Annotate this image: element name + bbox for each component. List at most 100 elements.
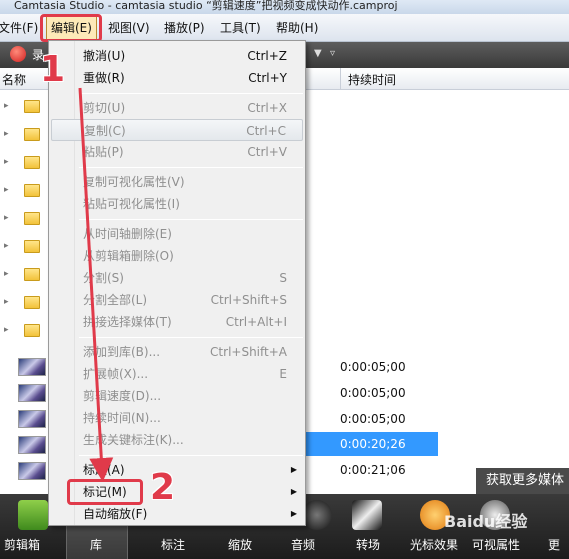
- menu-item-paste[interactable]: 粘贴(P) Ctrl+V: [49, 141, 305, 163]
- menu-tools[interactable]: 工具(T): [220, 14, 261, 42]
- tab-audio[interactable]: 音频: [291, 536, 315, 553]
- menu-item-split[interactable]: 分割(S) S: [49, 267, 305, 289]
- clip-thumbnail[interactable]: [18, 358, 46, 376]
- menu-item-copy[interactable]: 复制(C) Ctrl+C: [51, 119, 303, 141]
- menu-item-shortcut: Ctrl+Shift+A: [210, 345, 287, 359]
- menu-item-extend-frame[interactable]: 扩展帧(X)... E: [49, 363, 305, 385]
- menu-item-clip-speed[interactable]: 剪辑速度(D)...: [49, 385, 305, 407]
- menu-item-copy-visual-properties[interactable]: 复制可视化属性(V): [49, 171, 305, 193]
- folder-icon[interactable]: [24, 268, 40, 281]
- menu-item-label: 添加到库(B)...: [83, 345, 161, 359]
- menu-item-label: 撤消(U): [83, 49, 126, 63]
- menu-file[interactable]: 文件(F): [0, 14, 38, 42]
- tab-library[interactable]: 库: [90, 536, 102, 553]
- menu-item-generate-keyframe-callouts[interactable]: 生成关键标注(K)...: [49, 429, 305, 451]
- callout-box-marker: [67, 479, 143, 505]
- expand-icon[interactable]: ▸: [4, 297, 9, 307]
- menu-item-duration[interactable]: 持续时间(N)...: [49, 407, 305, 429]
- clip-duration: 0:00:05;00: [340, 412, 406, 426]
- menu-view[interactable]: 视图(V): [108, 14, 150, 42]
- clip-duration: 0:00:21;06: [340, 463, 406, 477]
- menu-item-label: 剪切(U): [83, 101, 126, 115]
- folder-icon[interactable]: [24, 324, 40, 337]
- folder-icon[interactable]: [24, 100, 40, 113]
- expand-icon[interactable]: ▸: [4, 241, 9, 251]
- clip-thumbnail[interactable]: [18, 410, 46, 428]
- menu-item-undo[interactable]: 撤消(U) Ctrl+Z: [49, 45, 305, 67]
- expand-icon[interactable]: ▸: [4, 157, 9, 167]
- menu-play[interactable]: 播放(P): [164, 14, 205, 42]
- expand-icon[interactable]: ▸: [4, 213, 9, 223]
- expand-icon[interactable]: ▸: [4, 325, 9, 335]
- get-more-media-button[interactable]: 获取更多媒体: [476, 468, 569, 494]
- menu-item-label: 重做(R): [83, 71, 125, 85]
- menu-item-stitch-media[interactable]: 拼接选择媒体(T) Ctrl+Alt+I: [49, 311, 305, 333]
- menu-separator: [79, 455, 303, 456]
- folder-icon[interactable]: [24, 128, 40, 141]
- column-separator: [340, 68, 341, 90]
- folder-icon[interactable]: [24, 296, 40, 309]
- menu-item-paste-visual-properties[interactable]: 粘贴可视化属性(I): [49, 193, 305, 215]
- column-duration-header[interactable]: 持续时间: [348, 71, 396, 88]
- options-arrow-icon[interactable]: ▿: [330, 48, 335, 59]
- menu-item-redo[interactable]: 重做(R) Ctrl+Y: [49, 67, 305, 89]
- menu-item-autozoom[interactable]: 自动缩放(F) ▶: [49, 503, 305, 525]
- baidu-watermark: Baidu经验: [444, 512, 528, 531]
- menu-item-remove-from-clip-bin[interactable]: 从剪辑箱删除(O): [49, 245, 305, 267]
- menu-item-shortcut: Ctrl+C: [246, 124, 286, 138]
- tab-zoom[interactable]: 缩放: [228, 536, 252, 553]
- tab-callouts[interactable]: 标注: [161, 536, 185, 553]
- menu-item-shortcut: Ctrl+Alt+I: [225, 315, 287, 329]
- menu-item-shortcut: Ctrl+V: [247, 145, 287, 159]
- folder-icon[interactable]: [24, 156, 40, 169]
- tab-transitions[interactable]: 转场: [356, 536, 380, 553]
- menu-item-cut[interactable]: 剪切(U) Ctrl+X: [49, 97, 305, 119]
- window-title: Camtasia Studio - camtasia studio “剪辑速度”…: [0, 0, 569, 14]
- menu-item-shortcut: Ctrl+Shift+S: [210, 293, 287, 307]
- menu-help[interactable]: 帮助(H): [276, 14, 318, 42]
- clip-bin-icon[interactable]: [18, 500, 48, 530]
- tab-clip-bin[interactable]: 剪辑箱: [4, 536, 40, 553]
- folder-icon[interactable]: [24, 212, 40, 225]
- clip-duration: 0:00:20;26: [340, 437, 406, 451]
- submenu-arrow-icon: ▶: [290, 487, 297, 496]
- expand-icon[interactable]: ▸: [4, 129, 9, 139]
- menu-separator: [79, 337, 303, 338]
- menu-item-label: 扩展帧(X)...: [83, 367, 149, 381]
- menu-item-shortcut: E: [279, 367, 287, 381]
- menu-item-shortcut: S: [279, 271, 287, 285]
- audio-icon[interactable]: [302, 500, 332, 530]
- menu-separator: [79, 167, 303, 168]
- menu-item-label: 持续时间(N)...: [83, 411, 161, 425]
- clip-thumbnail[interactable]: [18, 462, 46, 480]
- submenu-arrow-icon: ▶: [290, 465, 297, 474]
- clip-duration: 0:00:05;00: [340, 386, 406, 400]
- clip-thumbnail[interactable]: [18, 384, 46, 402]
- clip-thumbnail[interactable]: [18, 436, 46, 454]
- expand-icon[interactable]: ▸: [4, 101, 9, 111]
- submenu-arrow-icon: ▶: [290, 509, 297, 518]
- expand-icon[interactable]: ▸: [4, 185, 9, 195]
- menu-item-split-all[interactable]: 分割全部(L) Ctrl+Shift+S: [49, 289, 305, 311]
- menu-item-title[interactable]: 标题(A) ▶: [49, 459, 305, 481]
- record-icon[interactable]: [10, 46, 26, 62]
- dropdown-arrow-icon[interactable]: ▼: [314, 48, 322, 59]
- menu-item-shortcut: Ctrl+Y: [248, 71, 287, 85]
- menu-item-add-to-library[interactable]: 添加到库(B)... Ctrl+Shift+A: [49, 341, 305, 363]
- menu-item-label: 从时间轴删除(E): [83, 227, 172, 241]
- expand-icon[interactable]: ▸: [4, 269, 9, 279]
- edit-dropdown-menu: 撤消(U) Ctrl+Z 重做(R) Ctrl+Y 剪切(U) Ctrl+X 复…: [48, 40, 306, 526]
- menu-item-remove-from-timeline[interactable]: 从时间轴删除(E): [49, 223, 305, 245]
- menu-item-label: 从剪辑箱删除(O): [83, 249, 174, 263]
- tab-visual-properties[interactable]: 可视属性: [472, 536, 520, 553]
- tab-cursor-effects[interactable]: 光标效果: [410, 536, 458, 553]
- column-name-header[interactable]: 名称: [2, 71, 26, 88]
- folder-icon[interactable]: [24, 184, 40, 197]
- menu-separator: [79, 93, 303, 94]
- tab-more[interactable]: 更: [548, 536, 560, 553]
- folder-icon[interactable]: [24, 240, 40, 253]
- transitions-icon[interactable]: [352, 500, 382, 530]
- menu-item-label: 生成关键标注(K)...: [83, 433, 184, 447]
- menu-item-label: 剪辑速度(D)...: [83, 389, 162, 403]
- menu-item-label: 复制(C): [84, 124, 126, 138]
